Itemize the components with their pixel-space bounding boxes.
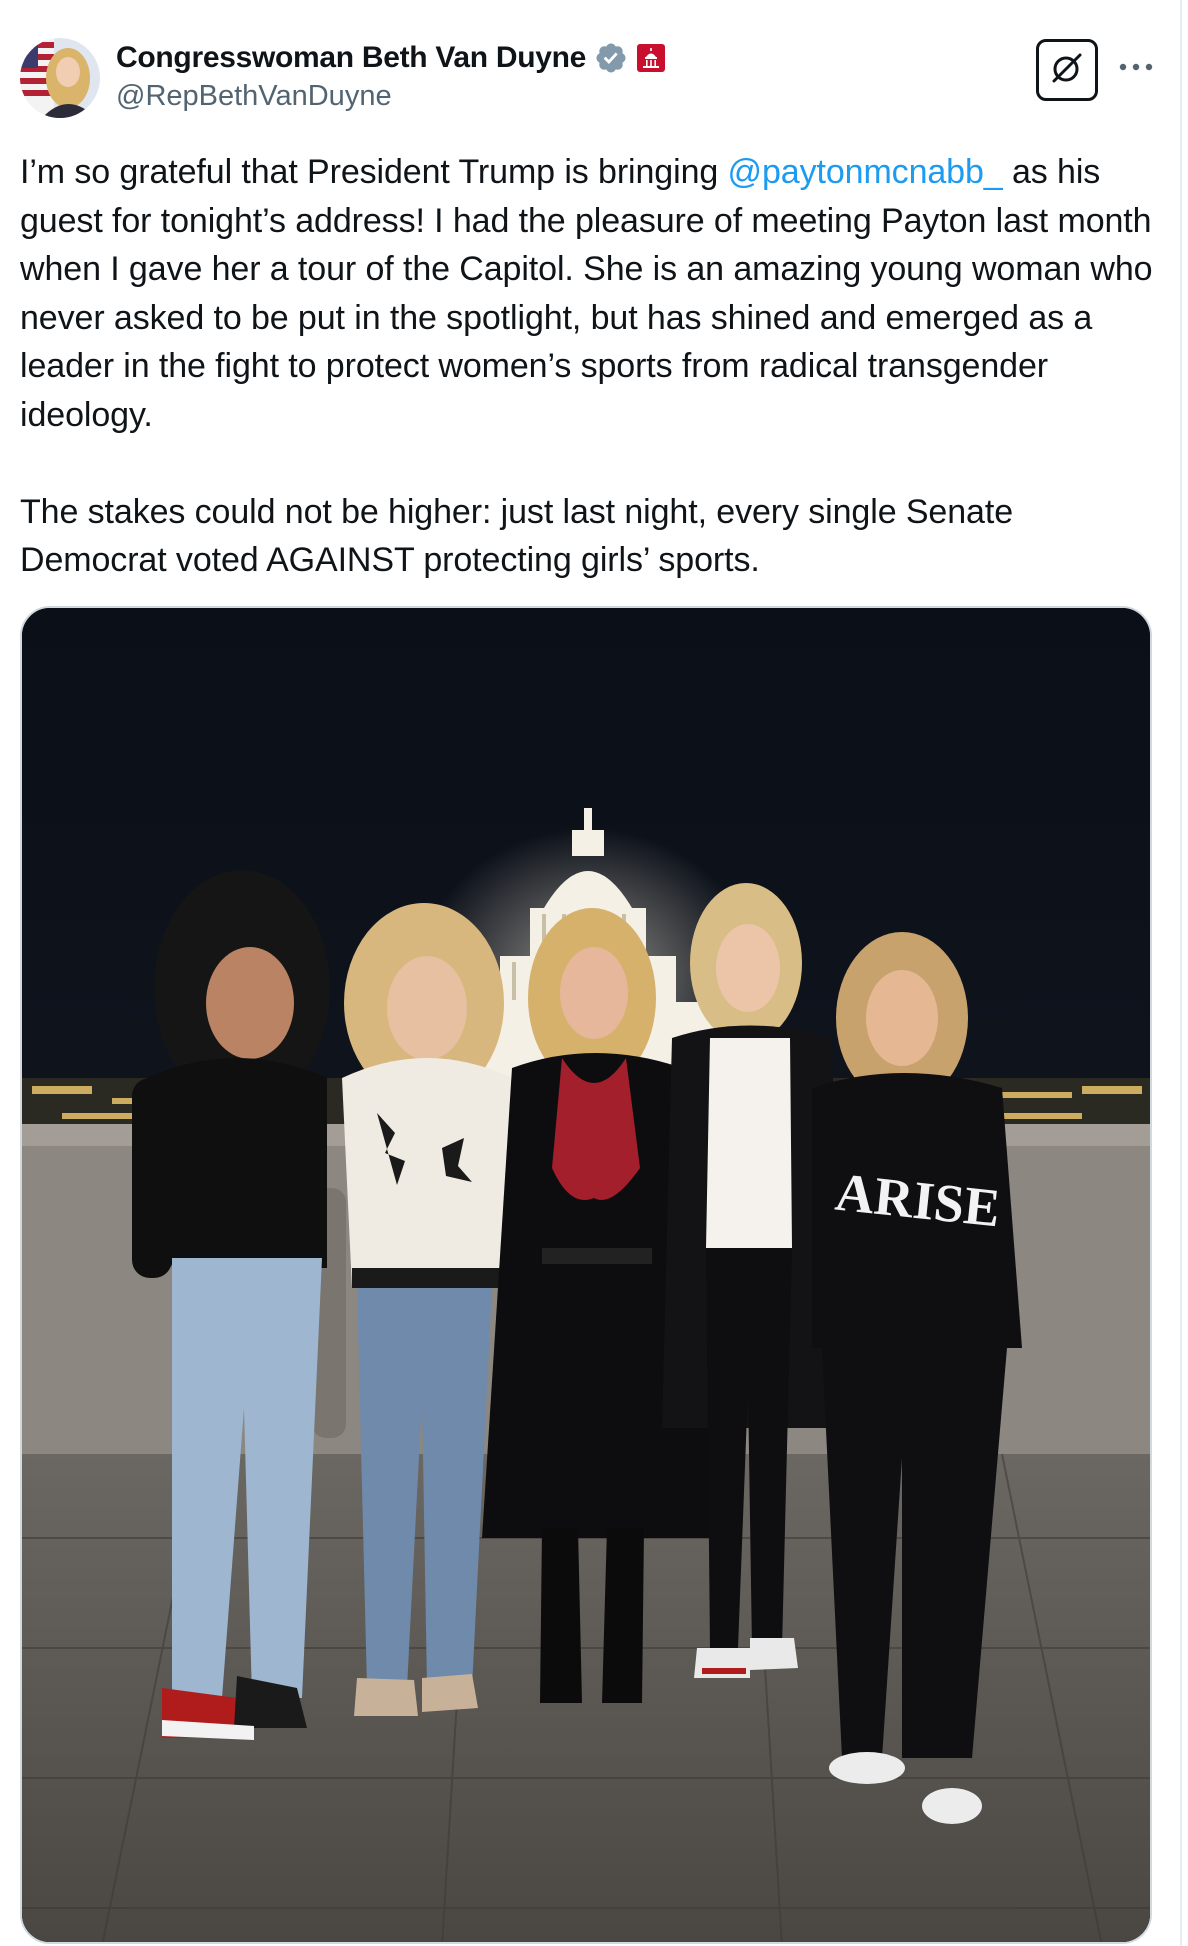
- more-dots-icon: [1118, 59, 1154, 77]
- government-badge-icon: [636, 43, 666, 73]
- more-options-button[interactable]: [1114, 48, 1158, 88]
- tweet-text-part: I’m so grateful that President Trump is …: [20, 153, 728, 191]
- grok-icon: [1047, 48, 1087, 93]
- tweet-photo[interactable]: ARISE: [20, 606, 1152, 1944]
- author-avatar[interactable]: [20, 38, 100, 118]
- tweet-text-part: as his guest for tonight’s address! I ha…: [20, 153, 1153, 434]
- column-divider: [1180, 0, 1182, 1946]
- mention-link[interactable]: @paytonmcnabb_: [728, 153, 1003, 191]
- tweet-text: I’m so grateful that President Trump is …: [20, 148, 1160, 585]
- author-handle[interactable]: @RepBethVanDuyne: [116, 80, 392, 113]
- author-display-name[interactable]: Congresswoman Beth Van Duyne: [116, 41, 586, 75]
- tweet-paragraph-2: The stakes could not be higher: just las…: [20, 492, 1014, 580]
- grok-button[interactable]: [1036, 39, 1098, 101]
- verified-badge-icon[interactable]: [594, 41, 628, 75]
- tweet-card: Congresswoman Beth Van Duyne @RepBethVan…: [0, 0, 1188, 1946]
- tweet-paragraph-1: I’m so grateful that President Trump is …: [20, 148, 1160, 439]
- author-name-row: Congresswoman Beth Van Duyne: [116, 38, 666, 78]
